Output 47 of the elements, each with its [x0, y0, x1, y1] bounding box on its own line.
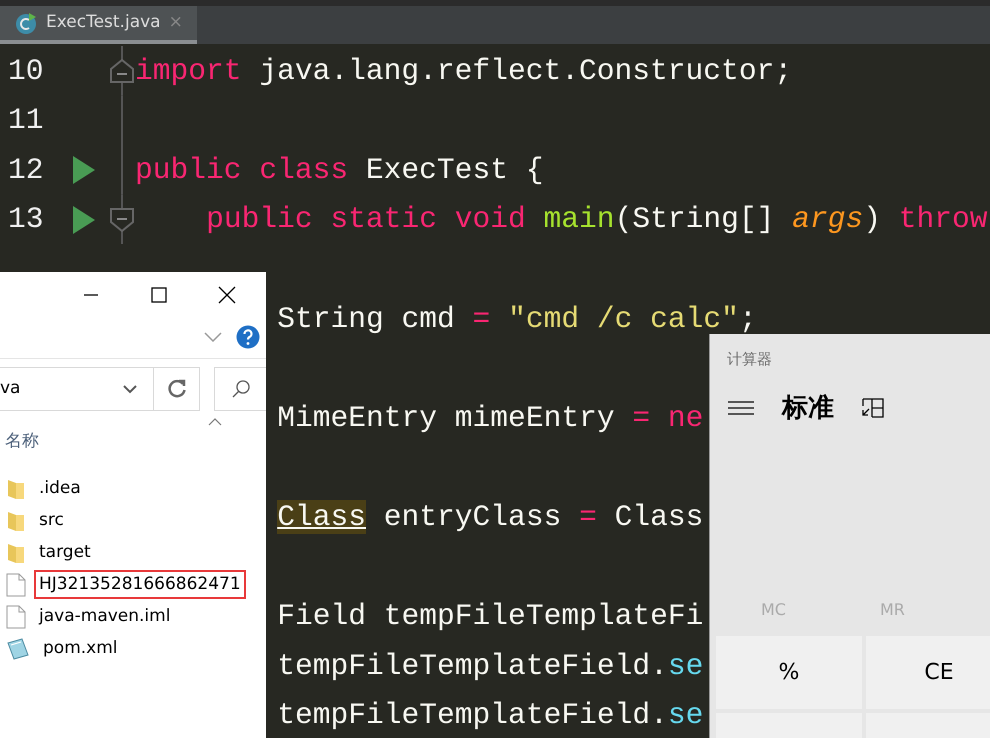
file-row[interactable]: pom.xml: [0, 632, 266, 664]
calculator-key[interactable]: CE: [866, 636, 990, 708]
line-number: 13: [8, 202, 44, 236]
menu-icon[interactable]: [728, 401, 754, 415]
address-bar[interactable]: va: [0, 367, 200, 411]
search-icon[interactable]: [230, 379, 250, 399]
fold-icon[interactable]: [110, 58, 134, 83]
file-row[interactable]: .idea: [0, 472, 266, 504]
calculator-key[interactable]: %: [716, 636, 862, 708]
sort-caret-icon: [208, 418, 222, 426]
class-file-icon: [14, 11, 38, 35]
mode-title: 标准: [782, 392, 834, 424]
fold-icon[interactable]: [110, 208, 134, 232]
code-line: public class ExecTest {: [135, 152, 544, 189]
code-line: public static void main(String[] args) throw: [206, 201, 988, 238]
window-title: 计算器: [727, 350, 772, 368]
line-number: 11: [8, 103, 44, 138]
folder-icon: [6, 542, 26, 564]
file-icon: [6, 572, 26, 596]
line-number: 12: [8, 152, 44, 187]
file-icon: [6, 604, 26, 628]
chevron-icon[interactable]: [204, 332, 222, 342]
help-icon[interactable]: [236, 324, 260, 348]
dropdown-icon[interactable]: [123, 384, 137, 394]
file-row[interactable]: target: [0, 536, 266, 568]
column-header[interactable]: 名称: [5, 431, 39, 451]
file-row[interactable]: java-maven.iml: [0, 600, 266, 632]
folder-icon: [6, 510, 26, 532]
code-line: tempFileTemplateField.se: [277, 648, 704, 685]
close-icon[interactable]: [218, 286, 236, 304]
file-tab[interactable]: ExecTest.java ×: [0, 6, 197, 44]
run-icon[interactable]: [73, 156, 95, 184]
refresh-icon[interactable]: [166, 379, 186, 399]
folder-icon: [6, 478, 26, 500]
maximize-icon[interactable]: [151, 287, 167, 303]
run-icon[interactable]: [73, 206, 95, 234]
code-line: Class entryClass = Class: [277, 498, 704, 536]
line-number: 10: [8, 54, 44, 88]
notepad-icon: [6, 636, 30, 660]
code-line: tempFileTemplateField.se: [277, 697, 704, 734]
keep-on-top-icon[interactable]: [862, 398, 884, 418]
search-button[interactable]: [214, 367, 266, 411]
code-line: import java.lang.reflect.Constructor;: [135, 52, 792, 90]
file-row[interactable]: src: [0, 504, 266, 536]
code-line: String cmd = "cmd /c calc";: [277, 300, 757, 338]
code-line: Field tempFileTemplateFi: [277, 598, 704, 636]
code-line: MimeEntry mimeEntry = ne: [277, 400, 704, 437]
